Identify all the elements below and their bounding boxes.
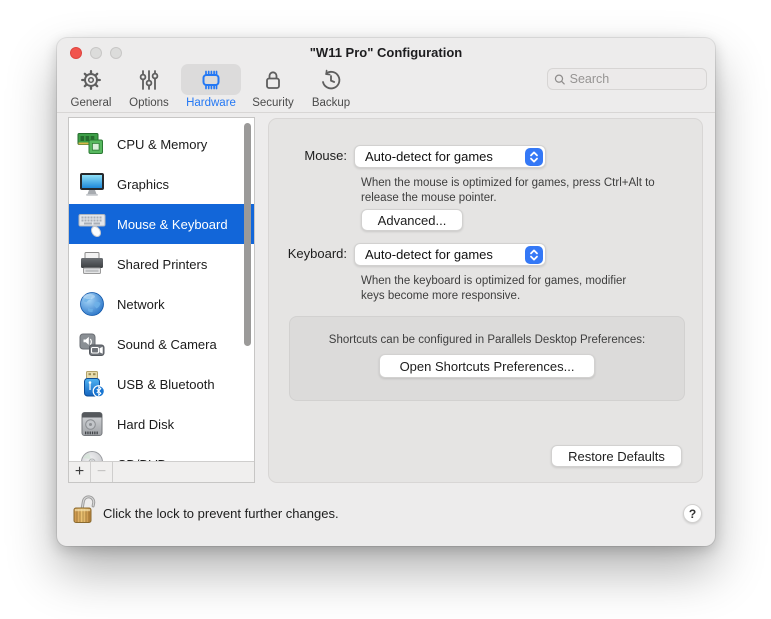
open-shortcuts-preferences-button[interactable]: Open Shortcuts Preferences... <box>379 354 595 378</box>
minimize-button[interactable] <box>90 47 102 59</box>
unlocked-padlock-icon[interactable] <box>72 492 102 526</box>
remove-device-button[interactable]: − <box>91 462 113 482</box>
shortcuts-text: Shortcuts can be configured in Parallels… <box>290 334 684 346</box>
search-icon <box>554 73 566 86</box>
keyboard-mode-select[interactable]: Auto-detect for games <box>354 243 546 266</box>
network-globe-icon <box>77 289 107 319</box>
mouse-keyboard-pane: Mouse: Auto-detect for games When the mo… <box>268 118 703 483</box>
tab-options[interactable]: Options <box>123 64 175 112</box>
tab-security[interactable]: Security <box>247 64 299 112</box>
sidebar-item-label: Network <box>117 297 165 312</box>
sidebar-item-label: Mouse & Keyboard <box>117 217 228 232</box>
usb-bluetooth-icon <box>77 369 107 399</box>
tab-general[interactable]: General <box>65 64 117 112</box>
keyboard-help-text: When the keyboard is optimized for games… <box>361 274 651 304</box>
sidebar-item-usb-bluetooth[interactable]: USB & Bluetooth <box>69 364 254 404</box>
sidebar-item-label: Graphics <box>117 177 169 192</box>
keyboard-mode-value: Auto-detect for games <box>365 247 493 262</box>
hardware-list-items: CPU & Memory Graphics <box>69 118 254 461</box>
sidebar-item-cd-dvd[interactable]: CD/DVD <box>69 444 254 461</box>
sidebar-item-label: USB & Bluetooth <box>117 377 215 392</box>
sliders-icon <box>123 64 175 95</box>
sidebar-item-shared-printers[interactable]: Shared Printers <box>69 244 254 284</box>
tab-options-label: Options <box>129 97 169 109</box>
tab-backup[interactable]: Backup <box>305 64 357 112</box>
sidebar-footer: + − <box>69 461 254 482</box>
sidebar-item-graphics[interactable]: Graphics <box>69 164 254 204</box>
mouse-keyboard-icon <box>77 209 107 239</box>
search-field <box>547 68 707 90</box>
toolbar-divider <box>57 112 715 113</box>
close-button[interactable] <box>70 47 82 59</box>
cpu-memory-icon <box>77 129 107 159</box>
tab-general-label: General <box>71 97 112 109</box>
keyboard-label: Keyboard: <box>269 246 347 261</box>
sidebar-item-cpu-memory[interactable]: CPU & Memory <box>69 124 254 164</box>
sidebar-item-hard-disk[interactable]: Hard Disk <box>69 404 254 444</box>
sidebar-item-label: CPU & Memory <box>117 137 207 152</box>
sidebar-item-mouse-keyboard[interactable]: Mouse & Keyboard <box>69 204 254 244</box>
mouse-help-text: When the mouse is optimized for games, p… <box>361 176 679 206</box>
restore-defaults-button[interactable]: Restore Defaults <box>551 445 682 467</box>
chip-icon <box>181 64 241 95</box>
advanced-button[interactable]: Advanced... <box>361 209 463 231</box>
lock-hint-text: Click the lock to prevent further change… <box>103 506 339 521</box>
title-bar: "W11 Pro" Configuration <box>57 38 715 65</box>
graphics-icon <box>77 169 107 199</box>
zoom-button[interactable] <box>110 47 122 59</box>
mouse-label: Mouse: <box>269 148 347 163</box>
hardware-list: CPU & Memory Graphics <box>68 117 255 483</box>
window-title: "W11 Pro" Configuration <box>310 45 462 60</box>
traffic-lights <box>70 47 122 59</box>
toolbar: General Options <box>65 64 357 112</box>
tab-hardware-label: Hardware <box>186 97 236 109</box>
history-clock-icon <box>305 64 357 95</box>
configuration-window: "W11 Pro" Configuration Genera <box>57 38 715 546</box>
search-input[interactable] <box>570 72 700 86</box>
gear-icon <box>65 64 117 95</box>
sidebar-item-label: Sound & Camera <box>117 337 217 352</box>
sidebar-item-label: Shared Printers <box>117 257 207 272</box>
tab-hardware[interactable]: Hardware <box>181 64 241 112</box>
printer-icon <box>77 249 107 279</box>
tab-backup-label: Backup <box>312 97 350 109</box>
add-device-button[interactable]: + <box>69 462 91 482</box>
cd-dvd-icon <box>77 449 107 461</box>
mouse-mode-select[interactable]: Auto-detect for games <box>354 145 546 168</box>
shortcuts-box: Shortcuts can be configured in Parallels… <box>289 316 685 401</box>
tab-security-label: Security <box>252 97 294 109</box>
lock-outline-icon <box>247 64 299 95</box>
help-button[interactable]: ? <box>683 504 702 523</box>
hard-disk-icon <box>77 409 107 439</box>
sidebar-item-label: Hard Disk <box>117 417 174 432</box>
sidebar-item-network[interactable]: Network <box>69 284 254 324</box>
sidebar-item-sound-camera[interactable]: Sound & Camera <box>69 324 254 364</box>
stepper-icon <box>525 148 543 166</box>
sound-camera-icon <box>77 329 107 359</box>
mouse-mode-value: Auto-detect for games <box>365 149 493 164</box>
stepper-icon <box>525 246 543 264</box>
sidebar-scrollbar-thumb[interactable] <box>244 123 251 346</box>
